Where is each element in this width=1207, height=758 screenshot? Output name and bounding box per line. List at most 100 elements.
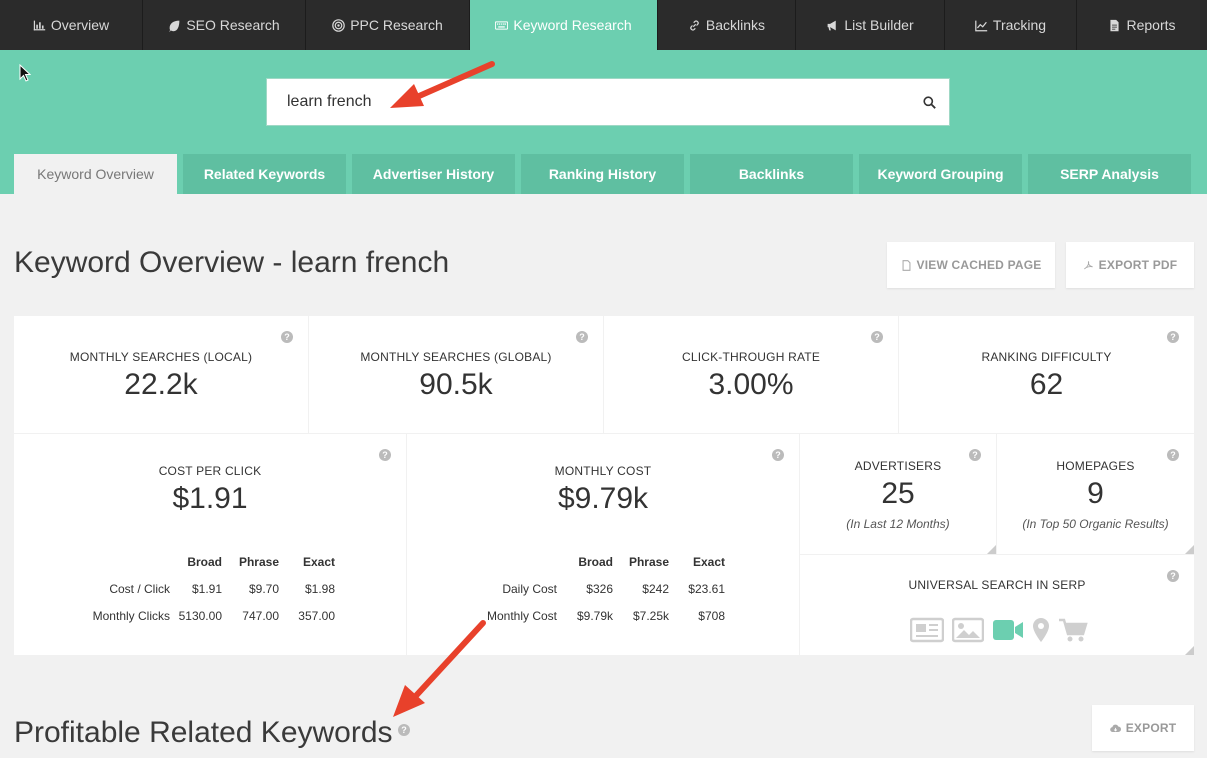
card-value: $9.79k — [557, 482, 649, 515]
card-value: 9 — [1087, 477, 1104, 510]
table-row: Monthly Cost $9.79k $7.25k $708 — [477, 609, 725, 636]
table-row: Daily Cost $326 $242 $23.61 — [477, 582, 725, 609]
nav-label: Keyword Research — [513, 17, 632, 33]
card-label: MONTHLY SEARCHES (LOCAL) — [69, 350, 253, 364]
serp-feature-icons — [910, 617, 1088, 643]
card-value: 62 — [1029, 368, 1064, 401]
column-header: Phrase — [628, 555, 669, 569]
megaphone-icon — [827, 20, 837, 30]
column-header: Exact — [692, 555, 725, 569]
keyword-search-input[interactable] — [267, 79, 909, 125]
column-header: Exact — [302, 555, 335, 569]
expand-corner-icon[interactable] — [1185, 646, 1194, 655]
button-label: VIEW CACHED PAGE — [916, 258, 1042, 272]
tab-backlinks[interactable]: Backlinks — [690, 154, 853, 194]
keyboard-icon — [495, 20, 509, 30]
table-cell: $242 — [642, 582, 669, 596]
help-icon[interactable]: ? — [576, 331, 588, 343]
nav-reports[interactable]: Reports — [1077, 0, 1207, 50]
keyword-subtabs: Keyword Overview Related Keywords Advert… — [14, 154, 1191, 194]
card-label: UNIVERSAL SEARCH IN SERP — [908, 578, 1086, 592]
card-note: (In Last 12 Months) — [846, 517, 950, 531]
top-nav: Overview SEO Research PPC Research Keywo… — [0, 0, 1207, 50]
card-label: RANKING DIFFICULTY — [981, 350, 1112, 364]
monthly-cost-table: Broad Phrase Exact Daily Cost $326 $242 … — [477, 555, 725, 636]
row-label: Monthly Clicks — [92, 609, 170, 623]
card-advertisers: ? ADVERTISERS 25 (In Last 12 Months) — [800, 434, 996, 554]
tab-keyword-overview[interactable]: Keyword Overview — [14, 154, 177, 194]
expand-corner-icon[interactable] — [1185, 545, 1194, 554]
card-cost-per-click: ? COST PER CLICK $1.91 Broad Phrase Exac… — [14, 434, 406, 655]
card-value: 90.5k — [419, 368, 493, 401]
search-icon[interactable] — [909, 79, 949, 125]
nav-ppc-research[interactable]: PPC Research — [306, 0, 470, 50]
help-icon[interactable]: ? — [379, 449, 391, 461]
table-header-row: Broad Phrase Exact — [477, 555, 725, 582]
nav-list-builder[interactable]: List Builder — [796, 0, 945, 50]
search-hero: Keyword Overview Related Keywords Advert… — [0, 50, 1207, 194]
document-icon — [902, 259, 910, 271]
line-chart-icon — [975, 20, 988, 31]
card-label: COST PER CLICK — [158, 464, 262, 478]
card-monthly-searches-local: ? MONTHLY SEARCHES (LOCAL) 22.2k — [14, 316, 308, 433]
help-icon[interactable]: ? — [281, 331, 293, 343]
table-cell: $9.70 — [248, 582, 279, 596]
card-ranking-difficulty: ? RANKING DIFFICULTY 62 — [899, 316, 1194, 433]
tab-serp-analysis[interactable]: SERP Analysis — [1028, 154, 1191, 194]
nav-tracking[interactable]: Tracking — [945, 0, 1077, 50]
card-homepages: ? HOMEPAGES 9 (In Top 50 Organic Results… — [997, 434, 1194, 554]
row-label: Daily Cost — [502, 582, 557, 596]
help-icon[interactable]: ? — [871, 331, 883, 343]
help-icon[interactable]: ? — [1167, 570, 1179, 582]
card-click-through-rate: ? CLICK-THROUGH RATE 3.00% — [604, 316, 898, 433]
view-cached-page-button[interactable]: VIEW CACHED PAGE — [887, 242, 1055, 288]
map-pin-icon — [1033, 618, 1049, 642]
video-icon — [993, 620, 1023, 640]
nav-overview[interactable]: Overview — [0, 0, 143, 50]
nav-label: PPC Research — [350, 17, 443, 33]
table-cell: $23.61 — [688, 582, 725, 596]
section-title: Profitable Related Keywords — [14, 716, 393, 749]
page-title: Keyword Overview - learn french — [14, 246, 450, 279]
tab-keyword-grouping[interactable]: Keyword Grouping — [859, 154, 1022, 194]
nav-label: List Builder — [844, 17, 914, 33]
card-value: $1.91 — [172, 482, 248, 515]
tab-advertiser-history[interactable]: Advertiser History — [352, 154, 515, 194]
table-row: Monthly Clicks 5130.00 747.00 357.00 — [80, 609, 335, 636]
nav-backlinks[interactable]: Backlinks — [658, 0, 796, 50]
button-label: EXPORT PDF — [1098, 258, 1178, 272]
card-universal-search: ? UNIVERSAL SEARCH IN SERP — [800, 555, 1194, 655]
nav-seo-research[interactable]: SEO Research — [143, 0, 306, 50]
button-label: EXPORT — [1125, 721, 1177, 735]
card-label: CLICK-THROUGH RATE — [681, 350, 821, 364]
table-row: Cost / Click $1.91 $9.70 $1.98 — [80, 582, 335, 609]
card-note: (In Top 50 Organic Results) — [1022, 517, 1169, 531]
table-cell: $326 — [586, 582, 613, 596]
column-header: Phrase — [238, 555, 279, 569]
column-header: Broad — [187, 555, 222, 569]
cloud-download-icon — [1109, 724, 1121, 732]
export-button[interactable]: EXPORT — [1092, 705, 1194, 751]
table-cell: 357.00 — [298, 609, 335, 623]
help-icon[interactable]: ? — [1167, 331, 1179, 343]
help-icon[interactable]: ? — [772, 449, 784, 461]
news-icon — [910, 617, 944, 643]
row-label: Monthly Cost — [486, 609, 557, 623]
help-icon[interactable]: ? — [1167, 449, 1179, 461]
table-cell: $9.79k — [576, 609, 613, 623]
help-icon[interactable]: ? — [969, 449, 981, 461]
row-label: Cost / Click — [109, 582, 170, 596]
nav-label: Tracking — [992, 17, 1047, 33]
export-pdf-button[interactable]: EXPORT PDF — [1066, 242, 1194, 288]
expand-corner-icon[interactable] — [987, 545, 996, 554]
table-cell: $1.91 — [191, 582, 222, 596]
card-label: ADVERTISERS — [854, 459, 942, 473]
pdf-icon — [1083, 260, 1093, 269]
card-monthly-cost: ? MONTHLY COST $9.79k Broad Phrase Exact… — [407, 434, 799, 655]
card-label: MONTHLY SEARCHES (GLOBAL) — [360, 350, 552, 364]
nav-keyword-research[interactable]: Keyword Research — [470, 0, 658, 50]
tab-related-keywords[interactable]: Related Keywords — [183, 154, 346, 194]
help-icon[interactable]: ? — [398, 724, 410, 736]
tab-ranking-history[interactable]: Ranking History — [521, 154, 684, 194]
nav-label: SEO Research — [186, 17, 280, 33]
